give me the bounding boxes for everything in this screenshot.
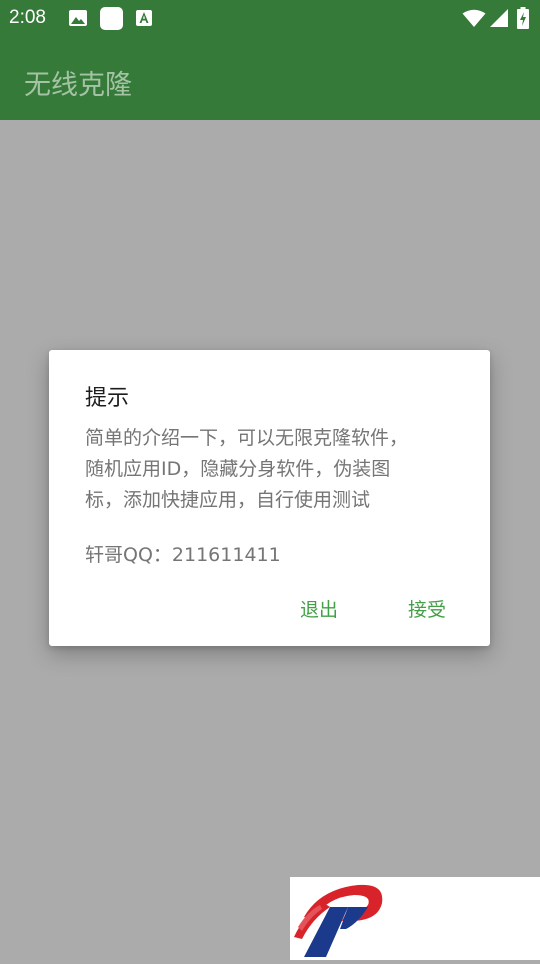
watermark-logo [290,877,540,960]
signal-icon [489,9,509,32]
dialog-message: 简单的介绍一下，可以无限克隆软件， 随机应用ID，隐藏分身软件，伪装图 标，添加… [85,423,455,516]
app-bar: 无线克隆 [0,38,540,120]
dialog-contact: 轩哥QQ：211611411 [85,544,281,566]
app-title: 无线克隆 [24,70,132,101]
dialog-message-line: 随机应用ID，隐藏分身软件，伪装图 [85,458,391,480]
dialog-title: 提示 [85,386,130,411]
dialog-message-line: 简单的介绍一下，可以无限克隆软件， [85,427,409,449]
notice-dialog: 提示 简单的介绍一下，可以无限克隆软件， 随机应用ID，隐藏分身软件，伪装图 标… [49,350,490,646]
dialog-message-line: 标，添加快捷应用，自行使用测试 [85,489,371,511]
white-square-icon [100,7,123,34]
wifi-icon [462,9,486,32]
status-bar: 2:08 [0,0,540,38]
exit-button[interactable]: 退出 [296,593,342,624]
image-icon [68,9,88,31]
watermark-logo-icon [294,884,383,957]
accept-button[interactable]: 接受 [404,593,450,624]
battery-charging-icon [517,7,529,33]
status-time: 2:08 [9,7,46,28]
a-text-icon [135,9,153,31]
